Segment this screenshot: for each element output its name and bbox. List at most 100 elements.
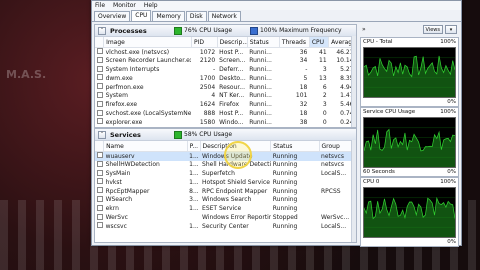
table-cell: Running	[270, 151, 320, 161]
graph-max-label: 100%	[440, 109, 456, 115]
table-cell: hvkst	[105, 178, 122, 186]
table-cell: 18	[299, 110, 308, 118]
table-cell: Windo...	[219, 118, 244, 126]
table-cell: 888	[203, 110, 216, 118]
row-checkbox[interactable]	[95, 222, 104, 231]
expand-icon[interactable]: »	[362, 26, 366, 33]
col-pid[interactable]: P...	[187, 141, 201, 152]
services-section: ˄ Services 58% CPU Usage Name P... Descr…	[94, 128, 357, 243]
services-header[interactable]: ˄ Services 58% CPU Usage	[95, 129, 356, 141]
graphs-header: » Views ▾	[360, 24, 459, 35]
table-row[interactable]: perfmon.exe 2504 Resour... Runni... 18 6 4.94	[95, 83, 356, 92]
table-cell: 1700	[199, 74, 216, 82]
table-row[interactable]: SysMain 1... Superfetch Running LocalS...	[95, 169, 356, 179]
row-checkbox[interactable]	[95, 160, 104, 170]
row-checkbox[interactable]	[95, 48, 104, 57]
max-frequency-indicator: 100% Maximum Frequency	[250, 26, 342, 35]
table-row[interactable]: vlchost.exe (netsvcs) 1072 Host P... Runni.…	[95, 48, 356, 57]
services-scrollbar[interactable]	[351, 140, 356, 242]
table-row[interactable]: RpcEptMapper 8... RPC Endpoint Mapper Runni…	[95, 187, 356, 196]
blue-square-icon	[250, 26, 259, 35]
table-cell: Hotspot Shield Service	[202, 178, 270, 186]
tab-network[interactable]: Network	[207, 11, 241, 21]
row-checkbox[interactable]	[95, 100, 104, 110]
table-row[interactable]: WerSvc Windows Error Reportin... Stopped We…	[95, 213, 356, 223]
menu-file[interactable]: File	[95, 2, 105, 9]
table-row[interactable]: svchost.exe (LocalSystemNet... 888 Host P.…	[95, 109, 356, 119]
table-cell: 0	[322, 110, 327, 118]
table-cell: Runni...	[249, 83, 272, 91]
col-pid[interactable]: PID	[191, 37, 218, 48]
row-checkbox[interactable]	[95, 178, 104, 187]
table-cell: Running	[272, 196, 298, 204]
service-cpu-usage-text: 58% CPU Usage	[184, 131, 233, 138]
menu-help[interactable]: Help	[144, 2, 158, 9]
col-cpu[interactable]: CPU	[309, 37, 330, 48]
row-checkbox[interactable]	[95, 91, 104, 101]
graph-canvas	[363, 187, 456, 238]
views-button[interactable]: Views	[422, 25, 443, 34]
tab-overview[interactable]: Overview	[94, 11, 131, 21]
table-cell: Screen...	[219, 57, 246, 65]
table-cell: wscsvc	[105, 222, 127, 230]
processes-header[interactable]: ˄ Processes 76% CPU Usage 100% Maximum F…	[95, 25, 356, 37]
collapse-icon[interactable]: ˄	[98, 26, 106, 35]
row-checkbox[interactable]	[95, 83, 104, 92]
graph-time-label: 60 Seconds	[363, 169, 395, 175]
table-cell: Windows Search	[202, 196, 252, 204]
table-row[interactable]: System Interrupts - Deferr... Runni... -3 5.2…	[95, 65, 356, 75]
col-status[interactable]: Status	[270, 141, 320, 152]
row-checkbox[interactable]	[95, 109, 104, 119]
table-cell: 101	[295, 92, 308, 100]
menu-monitor[interactable]: Monitor	[113, 2, 136, 9]
checkbox-header[interactable]	[95, 141, 105, 152]
processes-scrollbar[interactable]	[351, 36, 356, 127]
table-cell: SysMain	[105, 170, 131, 178]
menu-bar: File Monitor Help	[92, 1, 461, 10]
row-checkbox[interactable]	[95, 56, 104, 66]
col-threads[interactable]: Threads	[279, 37, 310, 48]
tab-memory[interactable]: Memory	[152, 11, 185, 21]
table-cell: Runni...	[249, 48, 272, 56]
services-title: Services	[110, 130, 141, 139]
table-cell: vlchost.exe (netsvcs)	[105, 48, 170, 56]
row-checkbox[interactable]	[95, 204, 104, 214]
table-row[interactable]: ekrn 1... ESET Service Running	[95, 204, 356, 214]
row-checkbox[interactable]	[95, 195, 104, 205]
table-cell: 1624	[199, 101, 216, 109]
table-row[interactable]: hvkst 1... Hotspot Shield Service Running	[95, 178, 356, 187]
table-cell	[187, 214, 200, 223]
table-cell: Windows Error Reportin...	[202, 214, 271, 222]
col-status[interactable]: Status	[247, 37, 280, 48]
row-checkbox[interactable]	[95, 118, 104, 127]
checkbox-header[interactable]	[95, 37, 105, 48]
tab-disk[interactable]: Disk	[185, 11, 207, 21]
table-cell: 3	[322, 66, 327, 74]
graph-min-label: 0%	[447, 99, 456, 105]
table-row[interactable]: System 4 NT Ker... Runni... 101 2 1.47	[95, 91, 356, 101]
table-cell: 3	[322, 101, 327, 109]
table-row[interactable]: explorer.exe 1580 Windo... Runni... 38 0 0.24	[95, 118, 356, 127]
table-cell: 2504	[199, 83, 216, 91]
col-name[interactable]: Name	[103, 141, 188, 152]
table-cell: Screen Recorder Launcher.exe	[105, 57, 192, 65]
tab-cpu[interactable]: CPU	[131, 10, 152, 21]
collapse-icon[interactable]: ˄	[98, 130, 106, 139]
table-row[interactable]: firefox.exe 1624 Firefox Runni... 32 3 5.46	[95, 100, 356, 110]
table-row[interactable]: wscsvc 1... Security Center Running LocalS..…	[95, 222, 356, 231]
row-checkbox[interactable]	[95, 187, 104, 196]
table-cell: Deskto...	[219, 74, 246, 82]
table-row[interactable]: WSearch 3... Windows Search Running	[95, 195, 356, 205]
graph-title: Service CPU Usage	[363, 109, 416, 115]
row-checkbox[interactable]	[95, 65, 104, 75]
view-dropdown-icon[interactable]: ▾	[445, 25, 457, 34]
col-image[interactable]: Image	[103, 37, 192, 48]
table-row[interactable]: dwm.exe 1700 Deskto... Runni... 5 13 8.35	[95, 74, 356, 83]
col-description[interactable]: Descrip...	[217, 37, 248, 48]
row-checkbox[interactable]	[95, 169, 104, 179]
row-checkbox[interactable]	[95, 74, 104, 83]
row-checkbox[interactable]	[95, 213, 104, 223]
table-row[interactable]: Screen Recorder Launcher.exe 2120 Screen..…	[95, 56, 356, 66]
row-checkbox[interactable]	[95, 151, 104, 161]
cpu-graph: Service CPU Usage 100% 60 Seconds 0%	[360, 107, 459, 177]
